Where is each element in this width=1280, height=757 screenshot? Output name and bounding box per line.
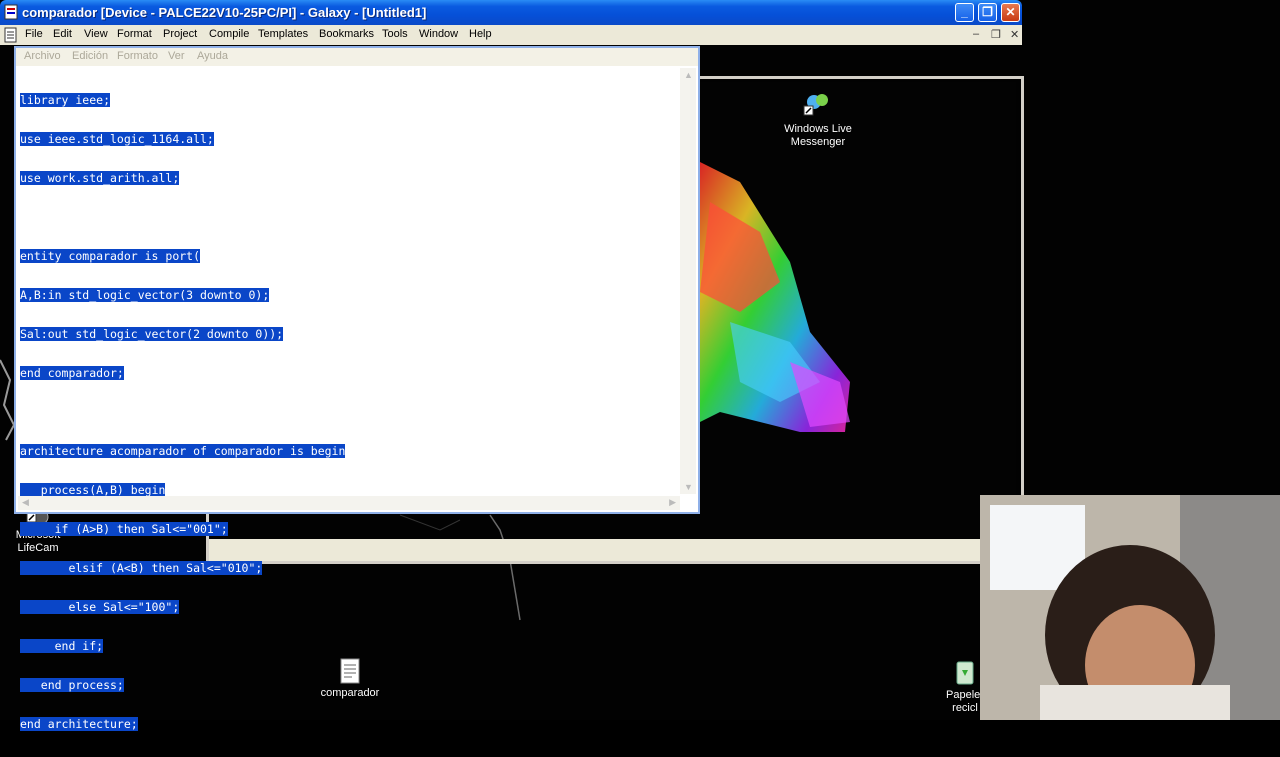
horizontal-scrollbar[interactable]: ◀ ▶	[18, 496, 680, 510]
editor-menu-ver[interactable]: Ver	[168, 50, 185, 62]
code-line: else Sal<="100";	[20, 600, 180, 614]
vertical-scrollbar[interactable]: ▲ ▼	[680, 68, 696, 494]
recycle-label-2: recicl	[952, 702, 978, 714]
code-line: entity comparador is port(	[20, 249, 201, 263]
scroll-left-icon[interactable]: ◀	[22, 497, 29, 508]
code-line: library ieee;	[20, 93, 111, 107]
code-line: end process;	[20, 678, 124, 692]
menu-compile[interactable]: Compile	[209, 28, 249, 40]
code-line: elsif (A<B) then Sal<="010";	[20, 561, 263, 575]
menu-templates[interactable]: Templates	[258, 28, 308, 40]
mdi-close-button[interactable]: ✕	[1010, 28, 1019, 41]
scroll-down-icon[interactable]: ▼	[684, 482, 693, 492]
editor-menu-bar: Archivo Edición Formato Ver Ayuda	[16, 48, 698, 66]
code-line: use work.std_arith.all;	[20, 171, 180, 185]
minimize-button[interactable]: _	[955, 3, 974, 22]
title-bar[interactable]: comparador [Device - PALCE22V10-25PC/PI]…	[0, 0, 1022, 25]
code-line: if (A>B) then Sal<="001";	[20, 522, 228, 536]
maximize-button[interactable]: ❐	[978, 3, 997, 22]
menu-view[interactable]: View	[84, 28, 108, 40]
menu-format[interactable]: Format	[117, 28, 152, 40]
code-line: end comparador;	[20, 366, 124, 380]
code-line: Sal:out std_logic_vector(2 downto 0));	[20, 327, 284, 341]
recycle-bin-icon	[956, 661, 974, 685]
mdi-restore-button[interactable]: ❐	[991, 28, 1001, 41]
menu-bookmarks[interactable]: Bookmarks	[319, 28, 374, 40]
code-line: architecture acomparador of comparador i…	[20, 444, 346, 458]
menu-help[interactable]: Help	[469, 28, 492, 40]
window-title: comparador [Device - PALCE22V10-25PC/PI]…	[22, 5, 427, 20]
menu-file[interactable]: File	[25, 28, 43, 40]
webcam-overlay	[980, 495, 1280, 720]
menu-bar: File Edit View Format Project Compile Te…	[0, 25, 1022, 45]
editor-window: Archivo Edición Formato Ver Ayuda librar…	[14, 46, 700, 731]
webcam-feed-image	[980, 495, 1280, 720]
editor-menu-edicion[interactable]: Edición	[72, 50, 108, 62]
galaxy-app-icon	[4, 4, 18, 20]
editor-menu-archivo[interactable]: Archivo	[24, 50, 61, 62]
close-button[interactable]: ✕	[1001, 3, 1020, 22]
mdi-minimize-button[interactable]: –	[973, 28, 979, 40]
menu-edit[interactable]: Edit	[53, 28, 72, 40]
editor-menu-formato[interactable]: Formato	[117, 50, 158, 62]
recycle-label-1: Papeler	[946, 689, 984, 701]
code-line: A,B:in std_logic_vector(3 downto 0);	[20, 288, 270, 302]
menu-tools[interactable]: Tools	[382, 28, 408, 40]
code-line: use ieee.std_logic_1164.all;	[20, 132, 214, 146]
editor-menu-ayuda[interactable]: Ayuda	[197, 50, 228, 62]
scroll-right-icon[interactable]: ▶	[669, 497, 676, 508]
menu-window[interactable]: Window	[419, 28, 458, 40]
document-icon[interactable]	[4, 27, 18, 43]
code-editor[interactable]: library ieee; use ieee.std_logic_1164.al…	[20, 68, 680, 731]
scroll-up-icon[interactable]: ▲	[684, 70, 693, 80]
menu-project[interactable]: Project	[163, 28, 197, 40]
code-line: end if;	[20, 639, 104, 653]
